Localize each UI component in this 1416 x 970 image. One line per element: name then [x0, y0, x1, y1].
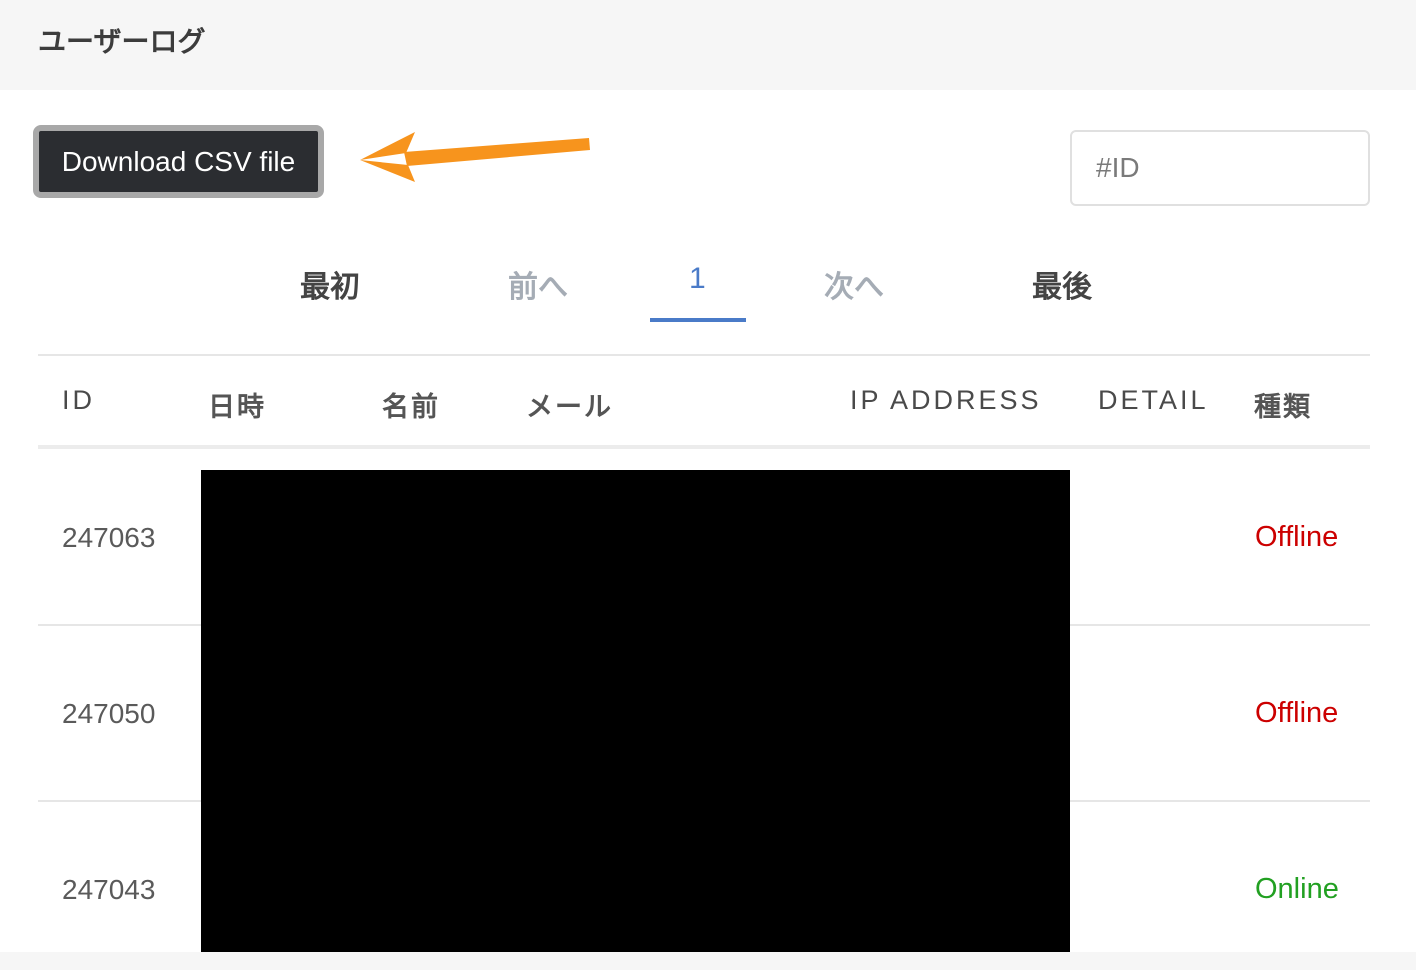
pager-last-link[interactable]: 最後 [1032, 262, 1092, 306]
id-search-input[interactable] [1070, 130, 1370, 206]
pager-first-link[interactable]: 最初 [300, 262, 360, 306]
page-title: ユーザーログ [38, 25, 206, 58]
column-header-ip-address: IP ADDRESS [850, 385, 1042, 415]
download-csv-button[interactable]: Download CSV file [33, 125, 324, 198]
column-header-detail: DETAIL [1098, 385, 1209, 415]
row-id-cell: 247043 [62, 874, 156, 905]
table-top-divider [38, 354, 1370, 356]
row-type-cell: Offline [1255, 521, 1339, 553]
pager-prev-link[interactable]: 前へ [508, 262, 568, 306]
row-id-cell: 247063 [62, 522, 156, 553]
page-footer-strip [0, 952, 1416, 970]
table-header-divider [38, 445, 1370, 449]
column-header-email: メール [526, 392, 613, 423]
column-header-datetime: 日時 [208, 392, 266, 423]
row-id-cell: 247050 [62, 698, 156, 729]
row-type-cell: Offline [1255, 697, 1339, 729]
pager-next-link[interactable]: 次へ [824, 262, 884, 306]
column-header-id: ID [62, 385, 95, 415]
column-header-type: 種類 [1254, 392, 1312, 423]
pager-active-indicator [650, 318, 746, 322]
row-type-cell: Online [1255, 873, 1339, 905]
redacted-area [201, 470, 1070, 958]
arrow-left-icon [360, 132, 590, 182]
page-header: ユーザーログ [0, 0, 1416, 90]
pager-current-page[interactable]: 1 [689, 262, 706, 296]
column-header-name: 名前 [382, 392, 440, 423]
